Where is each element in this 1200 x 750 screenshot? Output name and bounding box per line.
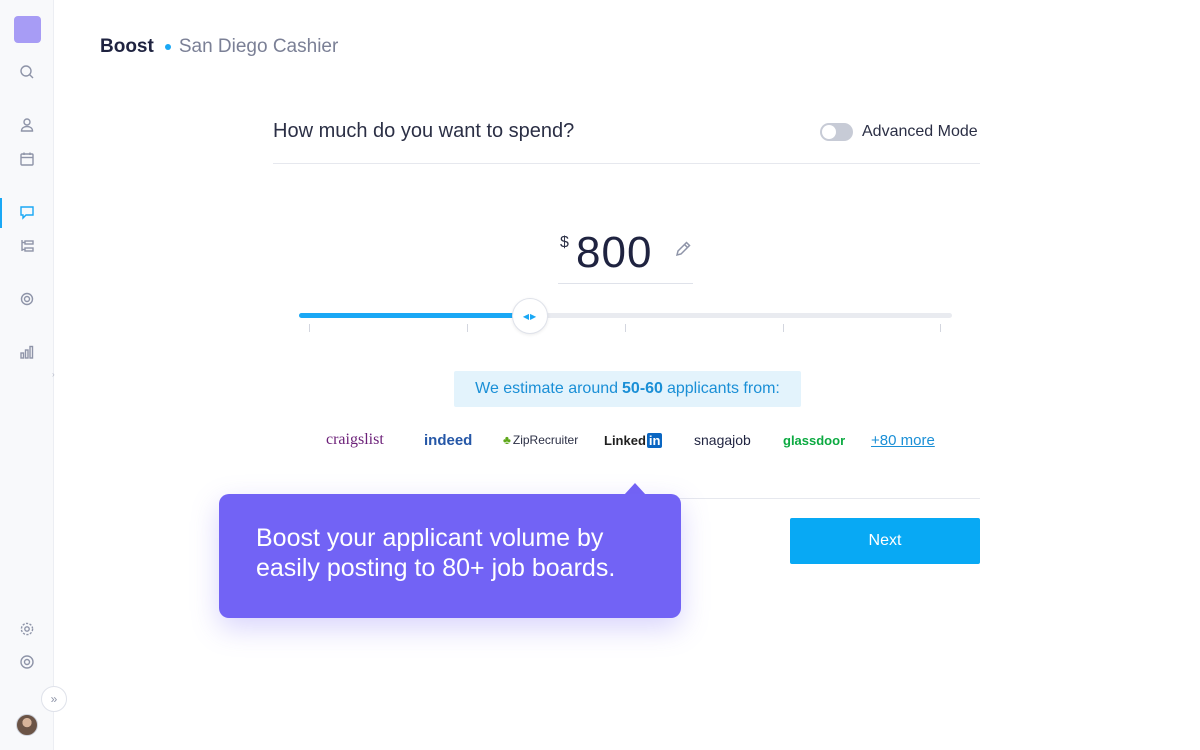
avatar[interactable] — [16, 714, 38, 736]
budget-slider-track[interactable] — [299, 313, 952, 318]
active-indicator — [0, 198, 2, 228]
slider-tick — [625, 324, 626, 332]
chart-icon[interactable] — [17, 342, 37, 362]
linkedin-text: Linked — [604, 432, 646, 448]
sidebar: › — [0, 0, 55, 750]
slider-tick — [467, 324, 468, 332]
applicant-estimate: We estimate around 50-60 applicants from… — [454, 371, 801, 407]
hierarchy-icon[interactable] — [17, 236, 37, 256]
next-button[interactable]: Next — [790, 518, 980, 564]
breadcrumb-separator — [164, 44, 171, 50]
linkedin-in-badge: in — [646, 432, 663, 448]
page-title: Boost — [100, 36, 154, 57]
search-icon[interactable] — [17, 62, 37, 82]
help-icon[interactable] — [17, 652, 37, 672]
ziprecruiter-mark-icon: ♣ — [503, 433, 511, 447]
calendar-icon[interactable] — [17, 149, 37, 169]
sidebar-collapse-button[interactable]: » — [41, 686, 67, 712]
advanced-mode-toggle[interactable] — [820, 123, 853, 141]
toggle-knob — [822, 125, 836, 139]
slider-tick — [940, 324, 941, 332]
slider-tick — [309, 324, 310, 332]
slider-tick — [783, 324, 784, 332]
app-logo[interactable] — [14, 16, 41, 43]
breadcrumb: Boost San Diego Cashier — [100, 36, 338, 58]
advanced-mode-label: Advanced Mode — [862, 123, 978, 140]
glassdoor-logo: glassdoor — [783, 432, 846, 448]
more-boards-link[interactable]: +80 more — [871, 430, 935, 450]
ziprecruiter-text: ZipRecruiter — [512, 433, 579, 447]
budget-slider-handle[interactable]: ◀▶ — [512, 298, 548, 334]
ziprecruiter-logo: ♣ ZipRecruiter — [503, 430, 578, 450]
estimate-prefix: We estimate around — [475, 380, 619, 397]
user-icon[interactable] — [17, 115, 37, 135]
estimate-range: 50-60 — [622, 380, 663, 397]
estimate-suffix: applicants from: — [666, 380, 780, 397]
header-divider — [273, 163, 980, 164]
budget-slider-fill — [299, 313, 528, 318]
linkedin-logo: Linked in — [604, 430, 663, 450]
indeed-logo: indeed — [424, 431, 473, 449]
left-right-arrows-icon: ◀▶ — [522, 311, 538, 321]
expand-hint-icon: › — [52, 370, 55, 379]
craigslist-logo: craigslist — [326, 431, 384, 448]
settings-icon[interactable] — [17, 619, 37, 639]
pencil-icon[interactable] — [674, 240, 694, 260]
chat-icon[interactable] — [17, 202, 37, 222]
spend-question: How much do you want to spend? — [273, 120, 575, 142]
snagajob-logo: snagajob — [694, 432, 751, 448]
job-title: San Diego Cashier — [178, 36, 339, 57]
budget-amount: 800 — [576, 228, 653, 277]
double-chevron-right-icon: » — [50, 692, 58, 706]
onboarding-tooltip: Boost your applicant volume by easily po… — [219, 494, 681, 618]
budget-amount-field[interactable]: $ 800 — [558, 226, 693, 284]
currency-symbol: $ — [560, 234, 569, 251]
badge-icon[interactable] — [17, 289, 37, 309]
